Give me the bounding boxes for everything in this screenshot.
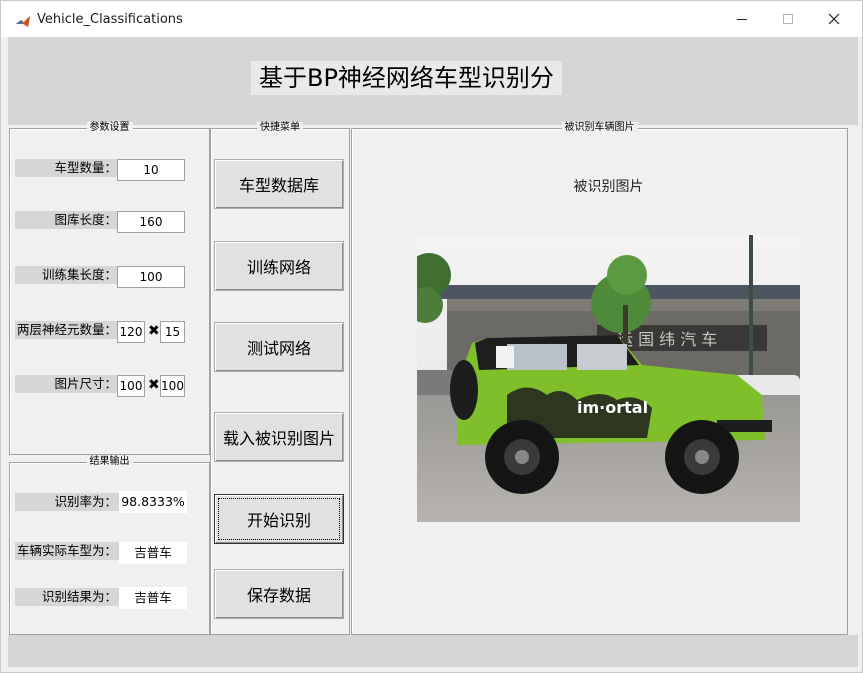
library-length-label: 图库长度：	[15, 211, 119, 229]
matlab-logo-icon	[16, 16, 30, 27]
result-value: 吉普车	[119, 587, 187, 609]
title-bar[interactable]: Vehicle_Classifications	[1, 1, 862, 37]
neurons-layer1-input[interactable]: 120	[117, 321, 145, 343]
accuracy-value: 98.8333%	[119, 491, 187, 513]
num-types-label: 车型数量：	[15, 159, 119, 177]
train-network-button[interactable]: 训练网络	[214, 241, 344, 291]
start-recognition-button[interactable]: 开始识别	[214, 494, 344, 544]
neurons-label: 两层神经元数量：	[15, 321, 119, 339]
times-icon: ✖	[148, 377, 160, 393]
image-panel-title: 被识别车辆图片	[561, 122, 638, 133]
shop-sign-text: 运 国 纬 汽 车	[617, 330, 717, 349]
params-panel-title: 参数设置	[86, 122, 133, 133]
times-icon: ✖	[148, 323, 160, 339]
vehicle-database-button[interactable]: 车型数据库	[214, 159, 344, 209]
window-title: Vehicle_Classifications	[37, 12, 183, 27]
maximize-button[interactable]	[765, 1, 811, 37]
menu-panel-title: 快捷菜单	[257, 122, 303, 133]
close-button[interactable]	[811, 1, 857, 37]
axes-title: 被识别图片	[573, 179, 644, 195]
actual-type-value: 吉普车	[119, 542, 187, 564]
train-length-label: 训练集长度：	[15, 266, 119, 284]
accuracy-label: 识别率为：	[15, 493, 119, 511]
minimize-icon	[737, 19, 747, 20]
car-logo-text: im·ortal	[577, 398, 648, 417]
num-types-input[interactable]: 10	[117, 159, 185, 181]
vehicle-photo: 运 国 纬 汽 车 im·ortal	[417, 235, 800, 522]
library-length-input[interactable]: 160	[117, 211, 185, 233]
image-size-label: 图片尺寸：	[15, 375, 119, 393]
main-title: 基于BP神经网络车型识别分	[251, 61, 562, 95]
app-window: Vehicle_Classifications 基于BP神经网络车型识别分 参数…	[0, 0, 863, 673]
results-panel-title: 结果输出	[86, 456, 133, 467]
load-image-button[interactable]: 载入被识别图片	[214, 412, 344, 462]
neurons-layer2-input[interactable]: 15	[160, 321, 185, 343]
maximize-icon	[783, 14, 793, 24]
minimize-button[interactable]	[719, 1, 765, 37]
save-data-button[interactable]: 保存数据	[214, 569, 344, 619]
image-width-input[interactable]: 100	[117, 375, 145, 397]
image-height-input[interactable]: 100	[160, 375, 185, 397]
close-icon	[828, 13, 840, 25]
jeep-photo-illustration: 运 国 纬 汽 车 im·ortal	[417, 235, 800, 522]
train-length-input[interactable]: 100	[117, 266, 185, 288]
footer-band	[8, 635, 858, 667]
test-network-button[interactable]: 测试网络	[214, 322, 344, 372]
result-label: 识别结果为：	[15, 588, 119, 606]
actual-type-label: 车辆实际车型为：	[15, 542, 119, 560]
